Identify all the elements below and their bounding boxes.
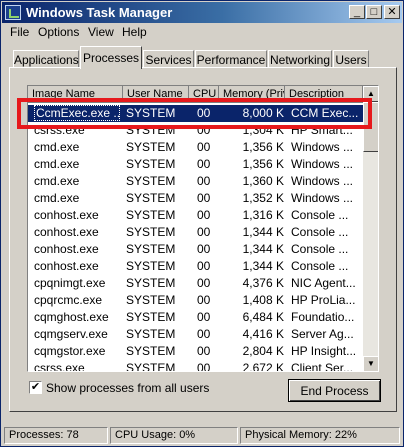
process-user: SYSTEM xyxy=(126,208,176,222)
process-name: conhost.exe xyxy=(34,259,99,273)
process-description: Console ... xyxy=(291,225,349,239)
process-description: Console ... xyxy=(291,242,349,256)
menu-bar: File Options View Help xyxy=(2,23,402,42)
status-physical-memory: Physical Memory: 22% xyxy=(240,427,400,444)
process-user: SYSTEM xyxy=(126,225,176,239)
process-name: conhost.exe xyxy=(34,242,99,256)
process-name: cqmgstor.exe xyxy=(34,344,106,358)
process-memory: 2,672 K xyxy=(242,361,284,372)
process-user: SYSTEM xyxy=(126,157,176,171)
table-row[interactable]: csrss.exe SYSTEM 00 2,672 K Client Ser... xyxy=(28,360,363,372)
process-user: SYSTEM xyxy=(126,310,176,324)
window-title: Windows Task Manager xyxy=(26,5,173,20)
process-user: SYSTEM xyxy=(126,174,176,188)
tab-processes[interactable]: Processes xyxy=(80,46,142,69)
tab-performance[interactable]: Performance xyxy=(195,50,267,68)
process-name: cmd.exe xyxy=(34,191,80,205)
table-row[interactable]: cmd.exe SYSTEM 00 1,352 K Windows ... xyxy=(28,190,363,207)
scroll-down-icon[interactable]: ▼ xyxy=(363,356,378,371)
show-all-users-label[interactable]: Show processes from all users xyxy=(46,381,209,395)
process-user: SYSTEM xyxy=(126,361,176,372)
table-row[interactable]: cqmghost.exe SYSTEM 00 6,484 K Foundatio... xyxy=(28,309,363,326)
process-description: Windows ... xyxy=(291,140,354,154)
process-user: SYSTEM xyxy=(126,191,176,205)
process-user: SYSTEM xyxy=(126,276,176,290)
maximize-button[interactable]: □ xyxy=(366,5,382,19)
tab-services[interactable]: Services xyxy=(143,50,194,68)
status-cpu-usage: CPU Usage: 0% xyxy=(110,427,238,444)
process-memory: 6,484 K xyxy=(242,310,284,324)
process-description: NIC Agent... xyxy=(291,276,356,290)
task-manager-window: Windows Task Manager _ □ ✕ File Options … xyxy=(0,0,404,447)
process-user: SYSTEM xyxy=(126,327,176,341)
menu-view[interactable]: View xyxy=(88,25,114,39)
process-description: Console ... xyxy=(291,259,349,273)
menu-file[interactable]: File xyxy=(10,25,29,39)
process-user: SYSTEM xyxy=(126,242,176,256)
menu-options[interactable]: Options xyxy=(38,25,79,39)
task-manager-icon xyxy=(5,5,21,20)
process-memory: 1,344 K xyxy=(242,225,284,239)
process-memory: 1,408 K xyxy=(242,293,284,307)
process-memory: 1,352 K xyxy=(242,191,284,205)
table-row[interactable]: cqmgserv.exe SYSTEM 00 4,416 K Server Ag... xyxy=(28,326,363,343)
process-memory: 1,356 K xyxy=(242,157,284,171)
process-memory: 1,316 K xyxy=(242,208,284,222)
process-description: Windows ... xyxy=(291,157,354,171)
process-description: Foundatio... xyxy=(291,310,355,324)
tab-users[interactable]: Users xyxy=(333,50,369,68)
process-user: SYSTEM xyxy=(126,140,176,154)
tab-strip: Applications Processes Services Performa… xyxy=(1,44,404,69)
process-memory: 1,344 K xyxy=(242,259,284,273)
process-description: Console ... xyxy=(291,208,349,222)
table-row[interactable]: cmd.exe SYSTEM 00 1,360 K Windows ... xyxy=(28,173,363,190)
table-row[interactable]: cqmgstor.exe SYSTEM 00 2,804 K HP Insight... xyxy=(28,343,363,360)
process-memory: 4,416 K xyxy=(242,327,284,341)
table-row[interactable]: conhost.exe SYSTEM 00 1,344 K Console ... xyxy=(28,224,363,241)
process-memory: 1,360 K xyxy=(242,174,284,188)
status-bar: Processes: 78 CPU Usage: 0% Physical Mem… xyxy=(2,425,402,445)
process-memory: 4,376 K xyxy=(242,276,284,290)
table-row[interactable]: conhost.exe SYSTEM 00 1,316 K Console ... xyxy=(28,207,363,224)
table-row[interactable]: conhost.exe SYSTEM 00 1,344 K Console ... xyxy=(28,241,363,258)
process-memory: 1,344 K xyxy=(242,242,284,256)
process-name: cmd.exe xyxy=(34,140,80,154)
minimize-button[interactable]: _ xyxy=(349,5,365,19)
process-description: Client Ser... xyxy=(291,361,354,372)
tab-networking[interactable]: Networking xyxy=(268,50,332,68)
process-name: cqmgserv.exe xyxy=(34,327,108,341)
process-memory: 2,804 K xyxy=(242,344,284,358)
process-name: cpqnimgt.exe xyxy=(34,276,106,290)
process-description: Server Ag... xyxy=(291,327,354,341)
menu-help[interactable]: Help xyxy=(122,25,147,39)
process-memory: 1,356 K xyxy=(242,140,284,154)
process-description: HP Insight... xyxy=(291,344,357,358)
process-description: HP ProLia... xyxy=(291,293,356,307)
process-name: cmd.exe xyxy=(34,157,80,171)
table-row[interactable]: cpqrcmc.exe SYSTEM 00 1,408 K HP ProLia... xyxy=(28,292,363,309)
annotation-highlight-box xyxy=(17,98,372,129)
process-name: cqmghost.exe xyxy=(34,310,109,324)
process-name: conhost.exe xyxy=(34,225,99,239)
table-row[interactable]: cpqnimgt.exe SYSTEM 00 4,376 K NIC Agent... xyxy=(28,275,363,292)
process-name: cmd.exe xyxy=(34,174,80,188)
process-name: conhost.exe xyxy=(34,208,99,222)
process-name: csrss.exe xyxy=(34,361,85,372)
table-row[interactable]: cmd.exe SYSTEM 00 1,356 K Windows ... xyxy=(28,156,363,173)
process-user: SYSTEM xyxy=(126,344,176,358)
process-description: Windows ... xyxy=(291,191,354,205)
process-description: Windows ... xyxy=(291,174,354,188)
tab-applications[interactable]: Applications xyxy=(13,50,79,68)
show-all-users-checkbox[interactable]: ✔ xyxy=(29,381,42,394)
process-user: SYSTEM xyxy=(126,293,176,307)
process-user: SYSTEM xyxy=(126,259,176,273)
process-name: cpqrcmc.exe xyxy=(34,293,103,307)
table-row[interactable]: cmd.exe SYSTEM 00 1,356 K Windows ... xyxy=(28,139,363,156)
table-row[interactable]: conhost.exe SYSTEM 00 1,344 K Console ... xyxy=(28,258,363,275)
title-bar[interactable]: Windows Task Manager _ □ ✕ xyxy=(2,2,402,23)
end-process-button[interactable]: End Process xyxy=(288,379,381,402)
close-button[interactable]: ✕ xyxy=(384,5,400,19)
status-processes: Processes: 78 xyxy=(4,427,108,444)
